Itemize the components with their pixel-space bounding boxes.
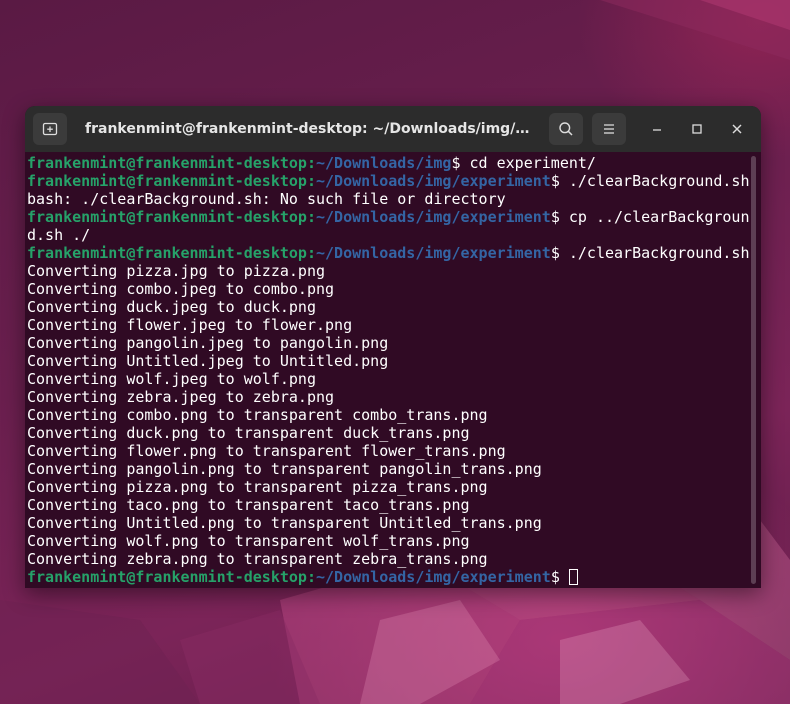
prompt-command: $ ./clearBackground.sh [550, 172, 750, 190]
prompt-line: frankenmint@frankenmint-desktop:~/Downlo… [27, 244, 750, 262]
output-line: Converting Untitled.png to transparent U… [27, 514, 542, 532]
terminal-window: frankenmint@frankenmint-desktop: ~/Downl… [25, 106, 761, 588]
maximize-button[interactable] [685, 117, 709, 141]
prompt-path: ~/Downloads/img/experiment [316, 172, 551, 190]
output-line: Converting wolf.jpeg to wolf.png [27, 370, 316, 388]
output-line: Converting zebra.jpeg to zebra.png [27, 388, 335, 406]
prompt-command: $ cp ../clearBackgroun [550, 208, 750, 226]
new-tab-icon [42, 122, 58, 136]
prompt-separator: : [306, 568, 316, 586]
minimize-icon [653, 129, 661, 131]
prompt-separator: : [306, 172, 316, 190]
prompt-line: frankenmint@frankenmint-desktop:~/Downlo… [27, 154, 749, 172]
text-cursor [568, 569, 578, 585]
prompt-separator: : [306, 154, 316, 172]
output-line: Converting zebra.png to transparent zebr… [27, 550, 488, 568]
prompt-line: frankenmint@frankenmint-desktop:~/Downlo… [27, 172, 750, 190]
maximize-icon [692, 124, 702, 134]
search-button[interactable] [549, 113, 583, 145]
current-prompt-line[interactable]: frankenmint@frankenmint-desktop:~/Downlo… [27, 568, 749, 586]
prompt-path: ~/Downloads/img [316, 154, 452, 172]
output-line: Converting pangolin.jpeg to pangolin.png [27, 334, 389, 352]
new-tab-button[interactable] [33, 113, 67, 145]
prompt-user-host: frankenmint@frankenmint-desktop [27, 568, 307, 586]
output-line: Converting combo.jpeg to combo.png [27, 280, 335, 298]
output-line: Converting duck.jpeg to duck.png [27, 298, 316, 316]
search-icon [559, 122, 573, 136]
prompt-separator: : [306, 208, 316, 226]
prompt-path: ~/Downloads/img/experiment [316, 244, 551, 262]
prompt-command: $ [550, 568, 569, 586]
output-line: Converting flower.jpeg to flower.png [27, 316, 353, 334]
output-line: bash: ./clearBackground.sh: No such file… [27, 190, 506, 208]
prompt-separator: : [306, 244, 316, 262]
close-icon [732, 124, 742, 134]
output-line: Converting combo.png to transparent comb… [27, 406, 488, 424]
prompt-user-host: frankenmint@frankenmint-desktop [27, 244, 307, 262]
prompt-user-host: frankenmint@frankenmint-desktop [27, 172, 307, 190]
menu-button[interactable] [592, 113, 626, 145]
prompt-line: frankenmint@frankenmint-desktop:~/Downlo… [27, 208, 750, 226]
terminal-output[interactable]: frankenmint@frankenmint-desktop:~/Downlo… [25, 152, 761, 588]
close-button[interactable] [725, 117, 749, 141]
output-line: Converting pizza.png to transparent pizz… [27, 478, 488, 496]
prompt-user-host: frankenmint@frankenmint-desktop [27, 154, 307, 172]
terminal-text: frankenmint@frankenmint-desktop:~/Downlo… [27, 154, 750, 586]
titlebar: frankenmint@frankenmint-desktop: ~/Downl… [25, 106, 761, 152]
output-line: Converting taco.png to transparent taco_… [27, 496, 470, 514]
window-title: frankenmint@frankenmint-desktop: ~/Downl… [85, 121, 535, 137]
minimize-button[interactable] [645, 117, 669, 141]
output-line: Converting wolf.png to transparent wolf_… [27, 532, 470, 550]
prompt-command: $ ./clearBackground.sh [550, 244, 750, 262]
output-line: Converting pizza.jpg to pizza.png [27, 262, 326, 280]
output-line: Converting pangolin.png to transparent p… [27, 460, 542, 478]
output-line: Converting duck.png to transparent duck_… [27, 424, 470, 442]
prompt-path: ~/Downloads/img/experiment [316, 568, 551, 586]
output-line: Converting flower.png to transparent flo… [27, 442, 506, 460]
prompt-path: ~/Downloads/img/experiment [316, 208, 551, 226]
output-line: Converting Untitled.jpeg to Untitled.png [27, 352, 389, 370]
prompt-command: $ cd experiment/ [451, 154, 596, 172]
hamburger-menu-icon [604, 124, 614, 134]
scrollbar[interactable] [751, 156, 756, 584]
prompt-user-host: frankenmint@frankenmint-desktop [27, 208, 307, 226]
output-line: d.sh ./ [27, 226, 91, 244]
